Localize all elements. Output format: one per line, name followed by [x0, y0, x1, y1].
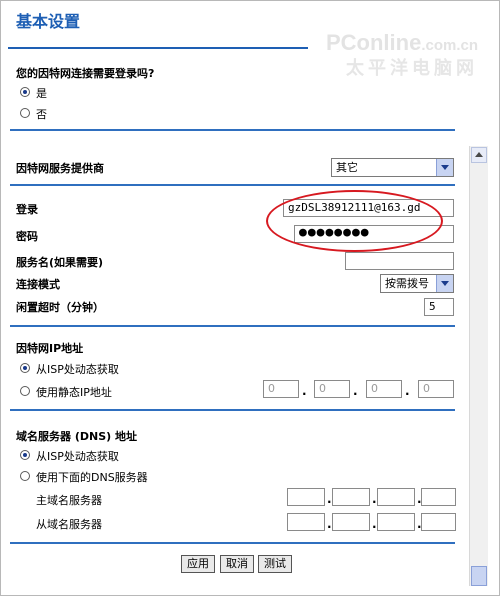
- primary-dns-octet-2[interactable]: [332, 488, 370, 506]
- divider: [10, 184, 455, 186]
- password-label: 密码: [16, 230, 38, 243]
- radio-login-no-label: 否: [36, 108, 47, 121]
- service-name-label: 服务名(如果需要): [16, 256, 104, 269]
- highlight-oval: [266, 190, 443, 252]
- idle-timeout-label: 闲置超时（分钟）: [16, 301, 104, 314]
- ip-dot: .: [405, 384, 410, 398]
- isp-label: 因特网服务提供商: [16, 162, 104, 175]
- primary-dns-octet-1[interactable]: [287, 488, 325, 506]
- secondary-dns-label: 从域名服务器: [36, 518, 102, 531]
- radio-ip-static[interactable]: [20, 386, 30, 396]
- isp-select-value: 其它: [336, 161, 358, 174]
- test-button[interactable]: 测试: [258, 555, 292, 573]
- ip-dot: .: [353, 384, 358, 398]
- login-required-question: 您的因特网连接需要登录吗?: [16, 67, 155, 80]
- watermark-chinese: 太平洋电脑网: [346, 58, 478, 79]
- static-ip-octet-1[interactable]: 0: [263, 380, 299, 398]
- ip-dot: .: [372, 492, 377, 506]
- watermark-logo: PConline.com.cn: [325, 30, 478, 55]
- page-title: 基本设置: [16, 12, 81, 31]
- primary-dns-octet-3[interactable]: [377, 488, 415, 506]
- divider: [10, 542, 455, 544]
- radio-login-yes-label: 是: [36, 87, 47, 100]
- wan-ip-label: 因特网IP地址: [16, 342, 84, 355]
- radio-ip-dynamic[interactable]: [20, 363, 30, 373]
- radio-dns-manual-label: 使用下面的DNS服务器: [36, 471, 148, 484]
- chevron-down-icon: [436, 159, 453, 176]
- dns-label: 域名服务器 (DNS) 地址: [16, 430, 137, 443]
- divider: [10, 129, 455, 131]
- ip-dot: .: [372, 517, 377, 531]
- static-ip-octet-4[interactable]: 0: [418, 380, 454, 398]
- radio-ip-static-label: 使用静态IP地址: [36, 386, 112, 399]
- secondary-dns-octet-3[interactable]: [377, 513, 415, 531]
- ip-dot: .: [327, 517, 332, 531]
- secondary-dns-octet-4[interactable]: [421, 513, 456, 531]
- static-ip-octet-3[interactable]: 0: [366, 380, 402, 398]
- primary-dns-octet-4[interactable]: [421, 488, 456, 506]
- radio-dns-dynamic[interactable]: [20, 450, 30, 460]
- radio-login-no[interactable]: [20, 108, 30, 118]
- service-name-input[interactable]: [345, 252, 454, 270]
- login-label: 登录: [16, 203, 38, 216]
- vertical-scrollbar[interactable]: [469, 146, 488, 586]
- radio-ip-dynamic-label: 从ISP处动态获取: [36, 363, 119, 376]
- divider: [10, 409, 455, 411]
- radio-login-yes[interactable]: [20, 87, 30, 97]
- idle-timeout-input[interactable]: 5: [424, 298, 454, 316]
- apply-button[interactable]: 应用: [181, 555, 215, 573]
- radio-dns-dynamic-label: 从ISP处动态获取: [36, 450, 119, 463]
- secondary-dns-octet-2[interactable]: [332, 513, 370, 531]
- scroll-up-arrow-icon[interactable]: [471, 147, 487, 163]
- scrollbar-thumb[interactable]: [471, 566, 487, 586]
- isp-select[interactable]: 其它: [331, 158, 454, 177]
- connection-mode-value: 按需拨号: [385, 277, 429, 290]
- static-ip-octet-2[interactable]: 0: [314, 380, 350, 398]
- chevron-down-icon: [436, 275, 453, 292]
- ip-dot: .: [302, 384, 307, 398]
- radio-dns-manual[interactable]: [20, 471, 30, 481]
- connection-mode-label: 连接模式: [16, 278, 60, 291]
- ip-dot: .: [327, 492, 332, 506]
- cancel-button[interactable]: 取消: [220, 555, 254, 573]
- primary-dns-label: 主域名服务器: [36, 494, 102, 507]
- secondary-dns-octet-1[interactable]: [287, 513, 325, 531]
- divider: [10, 325, 455, 327]
- title-underline: [8, 47, 308, 49]
- connection-mode-select[interactable]: 按需拨号: [380, 274, 454, 293]
